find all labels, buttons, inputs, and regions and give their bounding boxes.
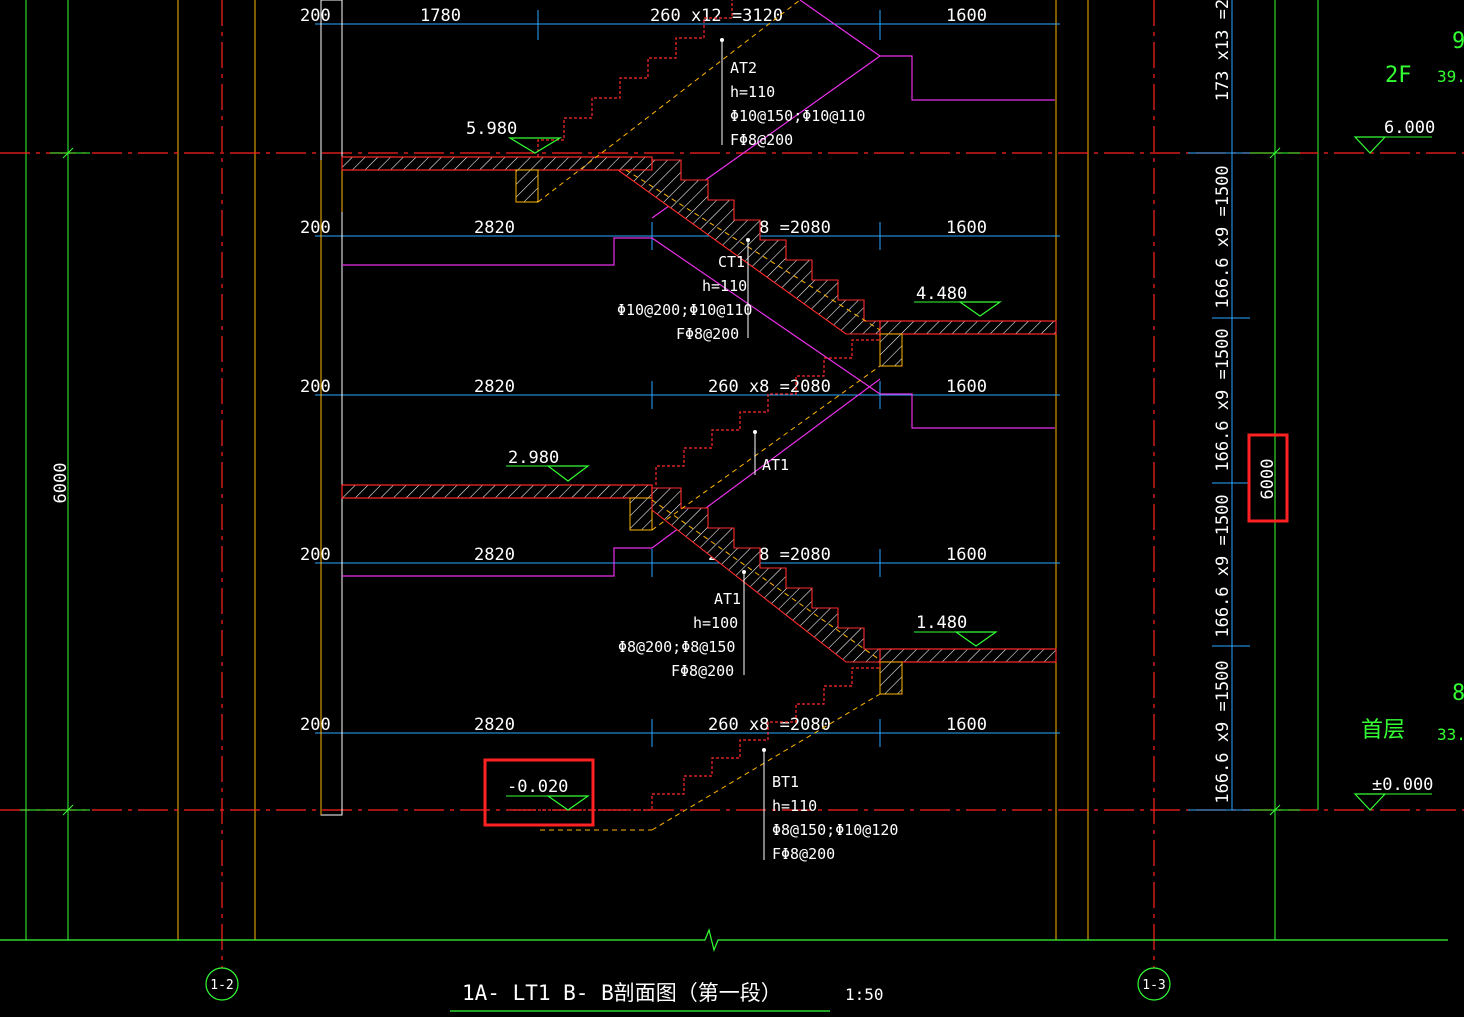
floor-1f-num: 8 [1452, 681, 1464, 706]
svg-text:1.480: 1.480 [916, 613, 967, 633]
left-height-dimension: 6000 [20, 147, 90, 816]
ct1-rebar: Φ10@200;Φ10@110 [617, 301, 752, 319]
at2-name: AT2 [730, 59, 757, 77]
down-flights [616, 159, 881, 663]
dim-row4-left: 2820 [474, 545, 515, 565]
elevation-5980: 5.980 [466, 119, 563, 154]
svg-text:5.980: 5.980 [466, 119, 517, 139]
dim-row1-stair: 260 x12 =3120 [650, 6, 783, 26]
floor-1f-label: 首层 [1361, 718, 1405, 743]
elevation-minus-0020: -0.020 [483, 758, 595, 827]
floor-2f-ref: 39. [1437, 67, 1464, 86]
at1b-rebar: Φ8@200;Φ8@150 [618, 638, 735, 656]
bt1-rebar: Φ8@150;Φ10@120 [772, 821, 898, 839]
svg-text:2.980: 2.980 [508, 448, 559, 468]
dim-row1-wall: 200 [300, 6, 331, 26]
dimension-texts: 200 1780 260 x12 =3120 1600 200 2820 260… [300, 6, 987, 735]
stair-section-drawing: 6000 173 x13 =22 166.6 x9 =1500 166.6 x9… [0, 0, 1464, 1012]
right-riser-dimensions: 173 x13 =22 166.6 x9 =1500 166.6 x9 =150… [1188, 0, 1300, 816]
floor-2f-num: 9 [1452, 29, 1464, 54]
svg-text:6.000: 6.000 [1384, 118, 1435, 138]
dim-row2-left: 2820 [474, 218, 515, 238]
dim-row5-wall: 200 [300, 715, 331, 735]
vertical-lines [25, 0, 1319, 968]
ct1-h: h=110 [702, 277, 747, 295]
at1b-dist: FΦ8@200 [671, 662, 734, 680]
at1a-name: AT1 [762, 456, 789, 474]
bt1-h: h=110 [772, 797, 817, 815]
dim-row4-wall: 200 [300, 545, 331, 565]
dim-row1-right: 1600 [946, 6, 987, 26]
dim-row3-left: 2820 [474, 377, 515, 397]
dim-row5-stair: 260 x8 =2080 [708, 715, 831, 735]
dim-row3-right: 1600 [946, 377, 987, 397]
dim-row1-left: 1780 [420, 6, 461, 26]
ct1-name: CT1 [718, 253, 745, 271]
elevation-4480: 4.480 [914, 284, 1002, 317]
bt1-name: BT1 [772, 773, 799, 791]
dim-row3-stair: 260 x8 =2080 [708, 377, 831, 397]
riser-label-4: 166.6 x9 =1500 [1213, 660, 1233, 803]
right-total-label: 6000 [1258, 459, 1278, 500]
at2-dist: FΦ8@200 [730, 131, 793, 149]
svg-text:-0.020: -0.020 [507, 777, 568, 797]
elevation-2980: 2.980 [506, 448, 590, 482]
floor-1f-ref: 33. [1437, 725, 1464, 744]
bt1-dist: FΦ8@200 [772, 845, 835, 863]
riser-label-3: 166.6 x9 =1500 [1213, 494, 1233, 637]
at2-h: h=110 [730, 83, 775, 101]
dim-row5-right: 1600 [946, 715, 987, 735]
riser-label-1: 166.6 x9 =1500 [1213, 165, 1233, 308]
drawing-title: 1A- LT1 B- B剖面图（第一段） [462, 981, 782, 1005]
dim-row3-wall: 200 [300, 377, 331, 397]
left-wall [320, 0, 343, 816]
svg-text:4.480: 4.480 [916, 284, 967, 304]
at2-rebar: Φ10@150;Φ10@110 [730, 107, 865, 125]
dim-row2-wall: 200 [300, 218, 331, 238]
riser-label-2: 166.6 x9 =1500 [1213, 328, 1233, 471]
svg-text:1-3: 1-3 [1142, 978, 1165, 993]
dim-row2-right: 1600 [946, 218, 987, 238]
left-total-label: 6000 [51, 463, 71, 504]
dim-row5-left: 2820 [474, 715, 515, 735]
elevation-6000: 6.000 [1353, 118, 1435, 154]
floor-2f-label: 2F [1385, 63, 1412, 88]
at1b-name: AT1 [714, 590, 741, 608]
svg-text:1-2: 1-2 [210, 978, 233, 993]
elevation-1480: 1.480 [914, 613, 998, 647]
at1b-h: h=100 [693, 614, 738, 632]
dimension-rows [315, 0, 1060, 815]
drawing-title-block: 1A- LT1 B- B剖面图（第一段） 1:50 [450, 981, 884, 1012]
svg-text:±0.000: ±0.000 [1372, 775, 1433, 795]
ct1-dist: FΦ8@200 [676, 325, 739, 343]
elevation-0000: ±0.000 [1353, 775, 1433, 811]
dim-row4-right: 1600 [946, 545, 987, 565]
riser-label-top: 173 x13 =22 [1213, 0, 1233, 101]
bottom-baseline [0, 928, 1448, 952]
drawing-scale: 1:50 [845, 985, 884, 1004]
